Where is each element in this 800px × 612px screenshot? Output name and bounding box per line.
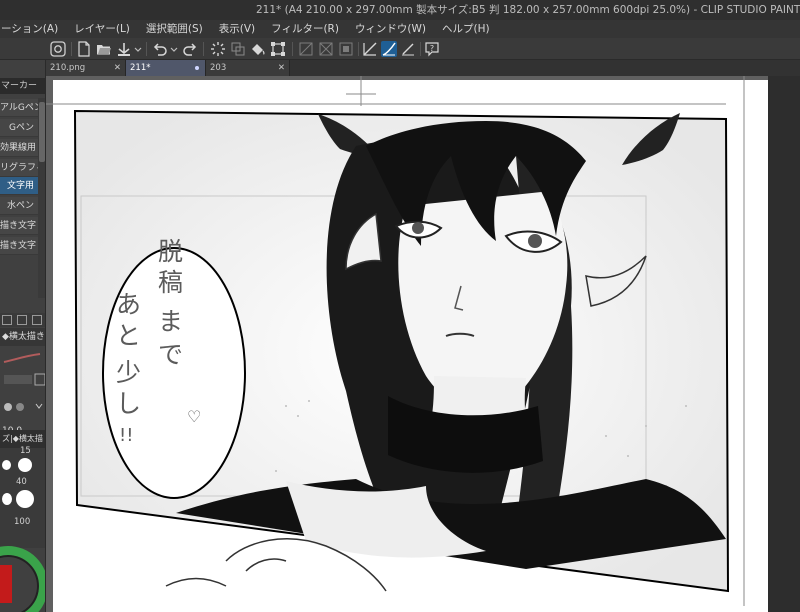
- size-slider[interactable]: [0, 370, 45, 388]
- menu-view[interactable]: 表示(V): [211, 20, 263, 38]
- active-pen-icon[interactable]: [381, 41, 397, 57]
- brush-item[interactable]: 効果線用: [0, 139, 38, 157]
- snap-ruler-icon[interactable]: [318, 41, 334, 57]
- tab-label: 210.png: [50, 63, 86, 73]
- menu-layer[interactable]: レイヤー(L): [66, 20, 138, 38]
- open-file-icon[interactable]: [96, 41, 112, 57]
- brush-item[interactable]: リグラフィ: [0, 159, 38, 177]
- brush-item[interactable]: 水ペン: [0, 197, 38, 215]
- brush-name: ◆横太描き文: [0, 328, 45, 346]
- tab-label: 211*: [130, 63, 151, 73]
- unsaved-dot-icon: [195, 66, 199, 70]
- undo-dropdown-icon[interactable]: [170, 41, 178, 57]
- help-icon[interactable]: ?: [424, 41, 440, 57]
- pen-pressure-icon[interactable]: [400, 41, 416, 57]
- stroke-preview: [0, 350, 45, 368]
- speech-char: 脱: [158, 237, 184, 266]
- transform-icon[interactable]: [270, 41, 286, 57]
- brush-size-dot[interactable]: [16, 490, 34, 508]
- hide-outside-icon[interactable]: [298, 41, 314, 57]
- trash-icon[interactable]: [32, 315, 42, 325]
- brush-item[interactable]: アルGペン: [0, 99, 38, 117]
- close-icon[interactable]: ✕: [114, 60, 121, 76]
- clip-studio-icon[interactable]: [50, 41, 66, 57]
- sub-tool-panel: マーカー アルGペン Gペン 効果線用 リグラフィ 文字用 水ペン 描き文字 描…: [0, 60, 46, 612]
- dot-label: 40: [16, 477, 27, 487]
- brush-size-palette: ズ|◆横太描 15 40 100: [0, 430, 45, 548]
- speech-char: し: [116, 389, 142, 418]
- window-title: 211* (A4 210.00 x 297.00mm 製本サイズ:B5 判 18…: [256, 4, 800, 16]
- title-bar: 211* (A4 210.00 x 297.00mm 製本サイズ:B5 判 18…: [0, 0, 800, 20]
- menu-window[interactable]: ウィンドウ(W): [347, 20, 434, 38]
- speech-char: で: [158, 340, 184, 369]
- speech-char: 稿: [158, 268, 184, 297]
- tab-211[interactable]: 211*: [126, 60, 206, 76]
- save-icon[interactable]: [116, 41, 132, 57]
- subtool-actions: [0, 313, 45, 327]
- speech-char: と: [116, 321, 142, 350]
- fill-bucket-icon[interactable]: [250, 41, 266, 57]
- copy-icon[interactable]: [2, 315, 12, 325]
- app-window: 211* (A4 210.00 x 297.00mm 製本サイズ:B5 判 18…: [0, 0, 800, 612]
- add-icon[interactable]: [17, 315, 27, 325]
- brush-size-dot[interactable]: [18, 458, 32, 472]
- menu-selection[interactable]: 選択範囲(S): [138, 20, 211, 38]
- document-tabs: 210.png ✕ 211* 203 ✕: [46, 60, 800, 76]
- brush-scrollbar[interactable]: [38, 98, 45, 298]
- brush-item[interactable]: 描き文字: [0, 217, 38, 235]
- dot-label: 15: [20, 446, 31, 456]
- brush-item[interactable]: Gペン: [0, 119, 38, 137]
- close-icon[interactable]: ✕: [278, 60, 285, 76]
- command-bar: ?: [0, 38, 800, 60]
- menu-filter[interactable]: フィルター(R): [263, 20, 347, 38]
- brush-item-selected[interactable]: 文字用: [0, 177, 38, 195]
- speech-char: ま: [158, 307, 184, 336]
- loading-spinner-icon[interactable]: [210, 41, 226, 57]
- svg-text:?: ?: [430, 44, 434, 53]
- opacity-slider[interactable]: [0, 398, 45, 416]
- tab-203[interactable]: 203 ✕: [206, 60, 290, 76]
- speech-char: !!: [119, 425, 134, 446]
- main-color-swatch[interactable]: [0, 565, 12, 603]
- speech-char: あ: [116, 290, 142, 319]
- undo-icon[interactable]: [152, 41, 168, 57]
- pen-ruler-icon[interactable]: [362, 41, 378, 57]
- panel-title: マーカー: [0, 78, 45, 94]
- snap-grid-icon[interactable]: [338, 41, 354, 57]
- menu-animation[interactable]: ニメーション(A): [0, 20, 66, 38]
- new-file-icon[interactable]: [76, 41, 92, 57]
- menu-help[interactable]: ヘルプ(H): [434, 20, 498, 38]
- clear-selection-icon[interactable]: [230, 41, 246, 57]
- redo-icon[interactable]: [182, 41, 198, 57]
- save-dropdown-icon[interactable]: [134, 41, 142, 57]
- canvas-area[interactable]: 脱 稿 ま で あ と 少 し !! ♡: [46, 76, 800, 612]
- speech-char: ♡: [187, 407, 202, 426]
- brush-item[interactable]: 描き文字: [0, 237, 38, 255]
- tab-210[interactable]: 210.png ✕: [46, 60, 126, 76]
- brush-size-dot[interactable]: [2, 460, 11, 470]
- tab-label: 203: [210, 63, 227, 73]
- brush-size-dot[interactable]: [2, 493, 12, 505]
- dot-label: 100: [14, 517, 31, 527]
- speech-char: 少: [116, 358, 142, 387]
- menu-bar: ニメーション(A) レイヤー(L) 選択範囲(S) 表示(V) フィルター(R)…: [0, 20, 800, 38]
